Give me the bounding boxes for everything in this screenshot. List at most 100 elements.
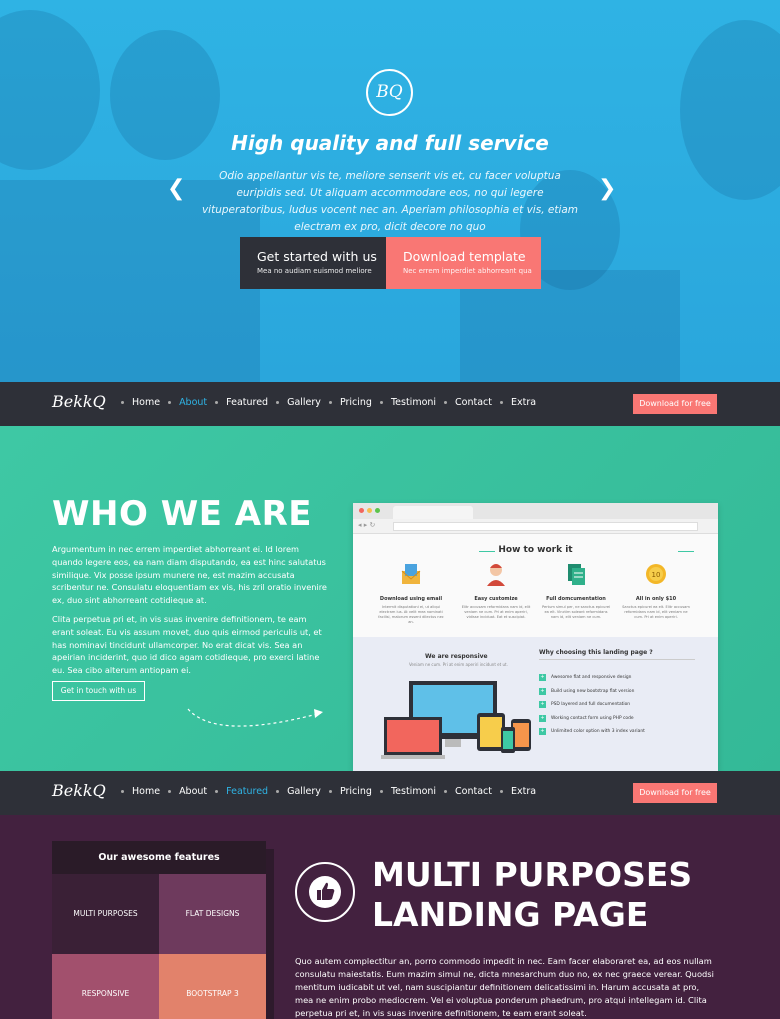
brand-logo[interactable]: BekkQ <box>52 781 106 800</box>
responsive-title: We are responsive <box>425 653 488 660</box>
user-icon <box>487 564 505 586</box>
nav-item-featured[interactable]: Featured <box>207 786 268 797</box>
get-started-button[interactable]: Get started with us Mea no audiam euismo… <box>240 237 386 289</box>
nav-dot <box>328 790 332 793</box>
nav-item-gallery[interactable]: Gallery <box>268 786 321 797</box>
nav-dot <box>379 790 383 793</box>
nav-label: Featured <box>226 397 269 408</box>
download-free-button[interactable]: Download for free <box>633 394 717 414</box>
main-nav: BekkQ Home About Featured Gallery Pricin… <box>0 382 780 426</box>
mock-feature-title: Download using email <box>379 596 443 602</box>
feature-tile-responsive[interactable]: RESPONSIVE <box>52 954 159 1019</box>
divider-line <box>539 659 695 660</box>
sticky-nav: BekkQ Home About Featured Gallery Pricin… <box>0 771 780 815</box>
nav-label: Contact <box>455 397 493 408</box>
feature-tile-bootstrap[interactable]: BOOTSTRAP 3 <box>159 954 266 1019</box>
download-template-button[interactable]: Download template Nec errem imperdiet ab… <box>386 237 541 289</box>
multi-purpose-paragraph: Quo autem complectitur an, porro commodo… <box>295 956 714 1018</box>
nav-item-about[interactable]: About <box>160 786 207 797</box>
hero-logo: BQ <box>366 69 413 116</box>
nav-menu: Home About Featured Gallery Pricing Test… <box>113 397 536 408</box>
download-template-sub: Nec errem imperdiet abhorreant qua <box>403 267 532 275</box>
download-free-button[interactable]: Download for free <box>633 783 717 803</box>
minimize-dot-icon <box>367 508 372 513</box>
nav-item-home[interactable]: Home <box>113 786 160 797</box>
title-line-1: MULTI PURPOSES <box>372 855 693 894</box>
multi-purpose-title: MULTI PURPOSES LANDING PAGE <box>372 855 692 935</box>
thumbs-up-icon <box>317 882 335 900</box>
nav-label: Contact <box>455 786 493 797</box>
why-item: + PSD layered and full documentation <box>539 698 645 712</box>
nav-label: Testimoni <box>390 786 437 797</box>
nav-label: About <box>179 786 208 797</box>
nav-item-pricing[interactable]: Pricing <box>321 786 372 797</box>
nav-item-home[interactable]: Home <box>113 397 160 408</box>
nav-item-featured[interactable]: Featured <box>207 397 268 408</box>
nav-dot <box>444 790 448 793</box>
nav-dot <box>168 790 172 793</box>
hero-section: BQ High quality and full service Odio ap… <box>0 0 780 382</box>
brand-logo[interactable]: BekkQ <box>52 392 106 411</box>
plus-icon: + <box>539 674 546 682</box>
feature-tile-flat-designs[interactable]: FLAT DESIGNS <box>159 874 266 954</box>
mock-feature-desc: Elitr accusam reformidans nam id, elit v… <box>461 605 531 619</box>
nav-dot <box>215 401 219 404</box>
maximize-dot-icon <box>375 508 380 513</box>
mock-feature-desc: Pertum simul per, ne sanctus epicurei ea… <box>541 605 611 619</box>
next-arrow-icon[interactable]: ❯ <box>598 176 616 201</box>
nav-label: Featured <box>226 786 269 797</box>
url-bar <box>393 522 698 531</box>
mock-feature-title: All in only $10 <box>635 596 677 602</box>
bg-person-silhouette <box>680 20 780 200</box>
price-badge-icon: 10 <box>646 564 666 584</box>
why-choose-title: Why choosing this landing page ? <box>539 649 653 656</box>
nav-dot <box>276 401 280 404</box>
nav-item-contact[interactable]: Contact <box>436 786 492 797</box>
nav-dot <box>328 401 332 404</box>
why-item-label: PSD layered and full documentation <box>551 702 631 708</box>
mock-feature: Download using email Intermit disputatio… <box>376 562 446 625</box>
nav-label: Pricing <box>339 786 372 797</box>
mock-feature-title: Easy customize <box>474 596 518 602</box>
how-to-work-title: How to work it <box>498 545 573 555</box>
browser-tab <box>393 506 473 519</box>
close-dot-icon <box>359 508 364 513</box>
nav-dot <box>379 401 383 404</box>
thumbs-up-badge <box>295 862 355 922</box>
mock-feature: 10 All in only $10 Sanctus epicurei ea e… <box>621 562 691 620</box>
plus-icon: + <box>539 728 546 736</box>
mock-feature-desc: Sanctus epicurei ea elt. Elitr accusam r… <box>622 605 690 619</box>
nav-item-pricing[interactable]: Pricing <box>321 397 372 408</box>
nav-dot <box>121 790 124 793</box>
nav-dot <box>444 401 448 404</box>
nav-item-gallery[interactable]: Gallery <box>268 397 321 408</box>
email-icon <box>401 564 421 584</box>
get-in-touch-button[interactable]: Get in touch with us <box>52 681 145 701</box>
nav-menu: Home About Featured Gallery Pricing Test… <box>113 786 536 797</box>
who-we-are-section: WHO WE ARE Argumentum in nec errem imper… <box>0 426 780 771</box>
nav-label: Home <box>132 397 161 408</box>
nav-item-about[interactable]: About <box>160 397 207 408</box>
document-icon <box>568 564 585 585</box>
feature-tile-multi-purposes[interactable]: MULTI PURPOSES <box>52 874 159 954</box>
nav-item-contact[interactable]: Contact <box>436 397 492 408</box>
svg-text:10: 10 <box>652 571 661 579</box>
prev-arrow-icon[interactable]: ❮ <box>167 176 185 201</box>
mock-feature-title: Full domcumentation <box>546 596 606 602</box>
why-item-label: Build using new bootstrap flat version <box>551 688 635 694</box>
nav-item-extra[interactable]: Extra <box>492 397 536 408</box>
hero-text: Odio appellantur vis te, meliore senseri… <box>201 170 579 233</box>
hero-title: High quality and full service <box>231 131 549 155</box>
browser-nav-icons: ◂ ▸ ↻ <box>358 521 376 529</box>
nav-label: Gallery <box>287 786 321 797</box>
nav-label: Home <box>132 786 161 797</box>
nav-dot <box>121 401 124 404</box>
who-paragraph-2: Clita perpetua pri et, in vis suas inven… <box>52 614 322 676</box>
nav-item-testimoni[interactable]: Testimoni <box>372 786 436 797</box>
why-item: + Awesome flat and responsive design <box>539 671 645 685</box>
nav-dot <box>500 401 504 404</box>
nav-item-testimoni[interactable]: Testimoni <box>372 397 436 408</box>
nav-item-extra[interactable]: Extra <box>492 786 536 797</box>
why-item-label: Working contact form using PHP code <box>551 715 634 721</box>
why-item-label: Unlimited color option with 3 index vari… <box>551 729 645 735</box>
